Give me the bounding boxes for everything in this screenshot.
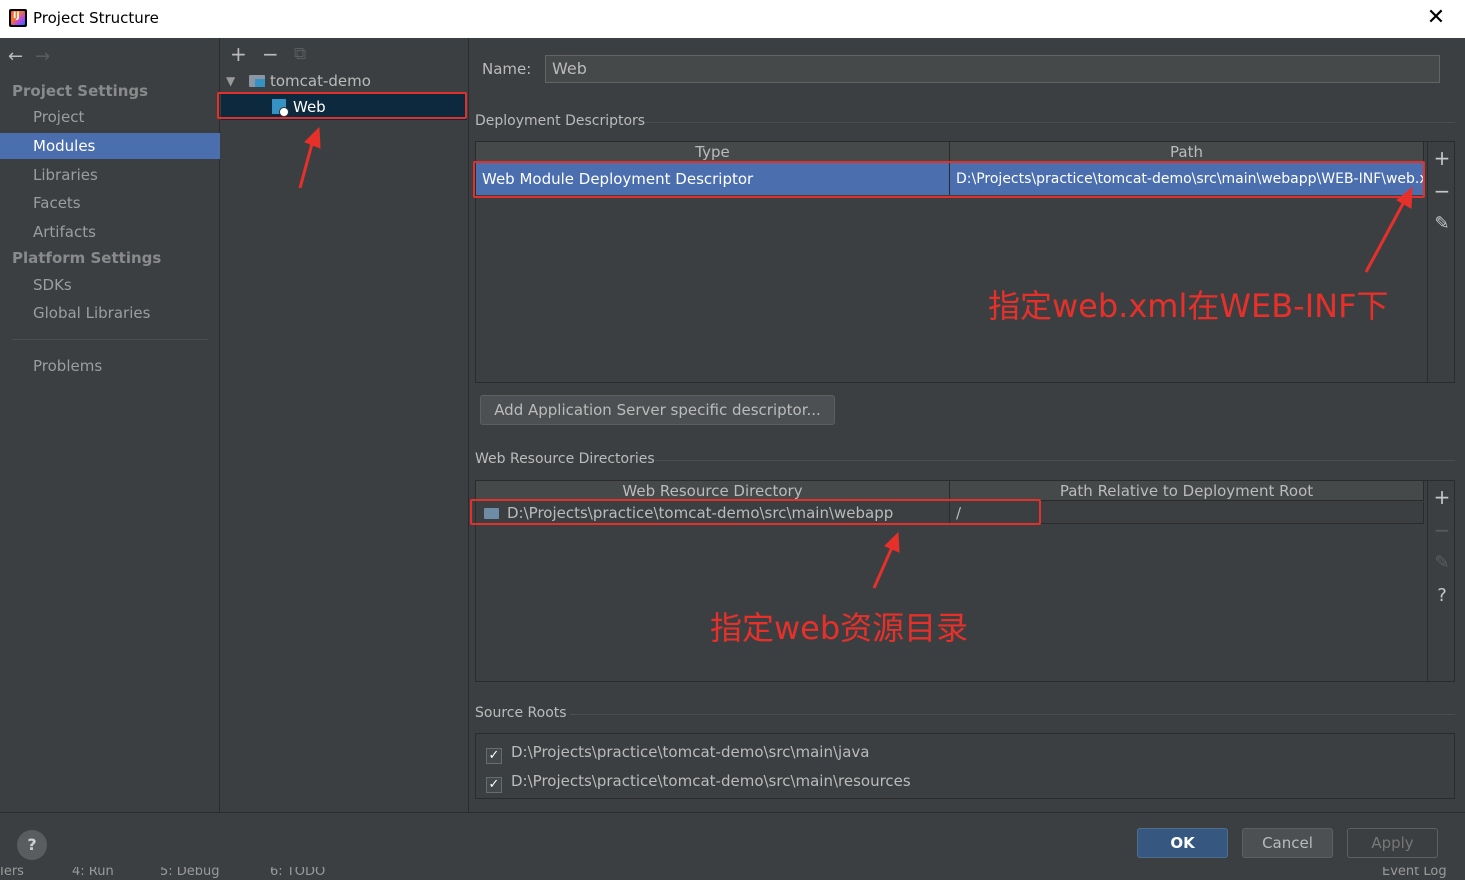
annotation-arrow-head <box>884 531 900 553</box>
annotation-arrow <box>872 544 895 589</box>
annotation-arrow <box>298 139 315 189</box>
annotation-arrow <box>1364 199 1407 273</box>
annotation-arrow-head <box>1396 186 1413 209</box>
annotation-arrow-head <box>304 126 321 149</box>
annotation-arrows <box>298 126 1413 589</box>
